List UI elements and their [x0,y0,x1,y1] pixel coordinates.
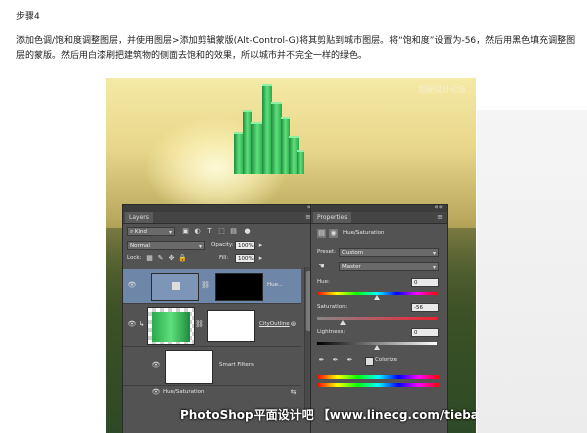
saturation-input[interactable]: -56 [411,303,439,312]
saturation-label: Saturation: [317,304,348,310]
lock-image-icon[interactable]: ✎ [156,254,165,263]
layer-mask-thumbnail[interactable] [207,310,255,342]
preset-row: Preset: Custom [311,247,447,259]
blend-row: Normal Opacity: 100% ▸ [123,240,315,252]
smart-object-icon: ⊛ [290,320,297,328]
blend-mode-select[interactable]: Normal [127,241,205,251]
properties-tabrow: Properties ≡ [311,212,447,224]
channel-select[interactable]: Master [339,262,439,272]
preset-label: Preset: [317,249,337,255]
layer-name: Hue... [267,282,284,288]
tab-layers[interactable]: Layers [125,212,153,223]
visibility-eye-icon[interactable]: 👁 [127,281,137,289]
layer-smart-filters[interactable]: 👁 Smart Filters [123,347,301,386]
hue-slider-knob[interactable] [374,295,380,300]
saturation-row: Saturation: -56 [311,302,447,314]
layer-name: CityOutline [259,321,290,327]
adjustment-thumbnail [151,273,199,301]
eyedropper-plus-icon[interactable]: ✒ [331,356,340,365]
adjustment-title: Hue/Saturation [343,230,385,236]
lock-all-icon[interactable]: 🔒 [178,254,187,263]
layers-titlebar: « [123,203,315,212]
fill-label: Fill: [219,255,229,261]
fill-input[interactable]: 100% [235,254,255,263]
tutorial-screenshot: 思缘设计论坛 « Layers ≡ ⌕ Kind ▣ ◐ T ⬚ ▤ ● No [106,78,476,433]
hue-input[interactable]: 0 [411,278,439,287]
adjustment-header: ▤ ◉ Hue/Saturation [311,228,447,240]
filter-kind-value: Kind [134,229,147,235]
layer-name: Smart Filters [219,362,254,368]
green-city [234,82,304,174]
type-filter-icon[interactable]: T [205,227,214,236]
panel-menu-icon[interactable]: ≡ [437,212,443,222]
background-strip [477,110,587,433]
saturation-slider-knob[interactable] [340,320,347,325]
eyedropper-icon[interactable]: ✒ [317,356,326,365]
shape-filter-icon[interactable]: ⬚ [217,227,226,236]
lightness-row: Lightness: 0 [311,327,447,339]
lightness-slider-knob[interactable] [374,345,380,350]
lightness-input[interactable]: 0 [411,328,439,337]
mask-icon[interactable]: ◉ [329,229,338,238]
lock-row: Lock: ▦ ✎ ✥ 🔒 Fill: 100% ▸ [123,253,315,265]
hue-slider[interactable] [317,292,437,300]
tab-properties[interactable]: Properties [313,212,352,223]
preset-select[interactable]: Custom [339,248,439,258]
adjustment-filter-icon[interactable]: ◐ [193,227,202,236]
layer-hue-adjustment[interactable]: 👁 ⛓ Hue... [123,269,301,304]
visibility-eye-icon[interactable]: 👁 [151,361,161,369]
chain-link-icon: ⛓ [201,281,210,289]
corner-watermark: 思缘设计论坛 [418,85,466,94]
colorize-checkbox[interactable] [365,357,374,366]
step-title: 步骤4 [16,12,40,22]
filter-options-icon[interactable]: ⇆ [289,388,298,397]
hue-row: Hue: 0 [311,277,447,289]
saturation-slider[interactable] [317,317,437,325]
filter-kind-select[interactable]: ⌕ Kind [127,227,175,237]
opacity-dropdown-icon[interactable]: ▸ [256,241,265,250]
clip-arrow-icon: ↳ [138,320,145,328]
opacity-input[interactable]: 100% [235,241,255,250]
layer-city-outline[interactable]: 👁 ↳ ⛓ CityOutline ⊛ [123,304,301,347]
lock-label: Lock: [127,255,142,261]
visibility-eye-icon[interactable]: 👁 [127,320,137,328]
hue-range-bar-bottom [317,383,439,387]
city-thumbnail-fill [152,312,190,342]
layers-panel: « Layers ≡ ⌕ Kind ▣ ◐ T ⬚ ▤ ● Normal Opa… [122,203,316,433]
layer-filter-row: ⌕ Kind ▣ ◐ T ⬚ ▤ ● [123,226,315,238]
lightness-slider[interactable] [317,342,437,350]
properties-panel: «« Properties ≡ ▤ ◉ Hue/Saturation Prese… [310,203,448,433]
opacity-label: Opacity: [211,242,234,248]
adjustment-icon [172,282,180,290]
eyedropper-row: ✒ ✒ ✒ Colorize [311,355,447,367]
hue-label: Hue: [317,279,330,285]
channel-row: ☚ Master [311,261,447,273]
chain-link-icon: ⛓ [195,320,204,328]
properties-titlebar: «« [311,203,447,212]
lock-transparent-icon[interactable]: ▦ [145,254,154,263]
hue-range-bar-top [317,375,439,379]
collapse-icon[interactable]: «« [434,203,443,211]
smartobject-filter-icon[interactable]: ▤ [229,227,238,236]
mask-thumbnail[interactable] [215,273,263,301]
pixel-filter-icon[interactable]: ▣ [181,227,190,236]
article-paragraph: 添加色调/饱和度调整图层，并使用图层>添加剪辑蒙版(Alt-Control-G)… [16,36,576,61]
layers-tabrow: Layers ≡ [123,212,315,224]
fill-dropdown-icon[interactable]: ▸ [256,254,265,263]
lightness-label: Lightness: [317,329,346,335]
hand-targeted-adjust-icon[interactable]: ☚ [317,262,326,271]
eyedropper-minus-icon[interactable]: ✒ [345,356,354,365]
visibility-eye-icon[interactable]: 👁 [151,388,161,396]
city-thumbnail [147,307,195,345]
colorize-label: Colorize [375,357,398,363]
adjustment-type-icon: ▤ [317,229,326,238]
filter-toggle-icon[interactable]: ● [243,227,252,236]
bottom-watermark: PhotoShop平面设计吧 【www.linecg.com/tieba/178… [180,408,476,422]
layer-hue-saturation-filter[interactable]: 👁 Hue/Saturation ⇆ [123,386,301,400]
filter-mask-thumbnail[interactable] [165,350,213,384]
lock-position-icon[interactable]: ✥ [167,254,176,263]
layer-name: Hue/Saturation [163,389,205,395]
